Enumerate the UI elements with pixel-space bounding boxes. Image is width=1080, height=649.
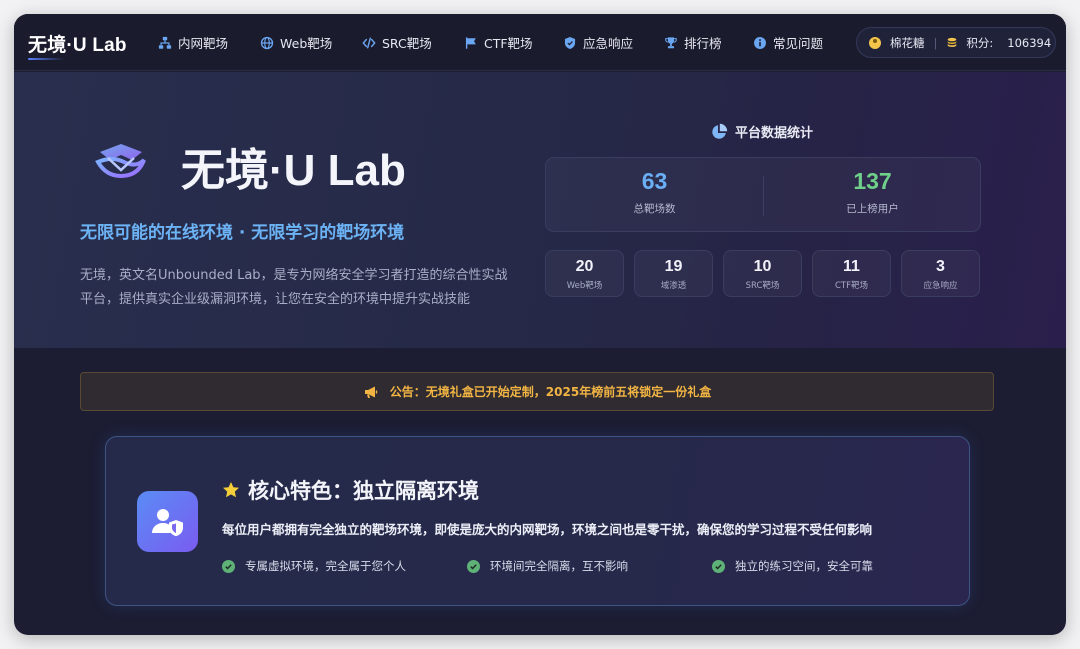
user-avatar-icon [869,36,881,49]
stat-label: CTF靶场 [834,281,869,291]
brand-logo[interactable]: 无境·U Lab [28,30,127,57]
announcement-bar[interactable]: 公告：无境礼盒已开始定制，2025年榜前五将锁定一份礼盒 [80,372,994,411]
hero-title: 无境·U Lab [181,146,406,195]
feature-point: 专属虚拟环境，完全属于您个人 [222,558,467,574]
stat-total-ranges: 63 总靶场数 [546,168,763,216]
stat-value: 63 [641,168,668,194]
nav-label: 常见问题 [773,36,824,51]
divider: | [933,35,938,50]
logo-mark-icon [95,144,146,179]
nav-item-incident[interactable]: 应急响应 [563,33,664,52]
feature-points: 专属虚拟环境，完全属于您个人 环境间完全隔离，互不影响 独立的练习空间，安全可靠 [222,558,957,574]
star-icon [223,482,239,498]
nav-label: CTF靶场 [484,36,533,51]
check-circle-icon [222,559,235,573]
stat-value: 19 [664,258,683,275]
feature-description: 每位用户都拥有完全独立的靶场环境，即使是庞大的内网靶场，环境之间也是零干扰，确保… [222,522,873,537]
shield-icon [564,36,576,49]
stat-ranked-users: 137 已上榜用户 [764,168,981,216]
stat-label: Web靶场 [566,281,603,291]
nav-label: SRC靶场 [382,36,432,51]
top-navbar: 无境·U Lab 内网靶场 Web靶场 SRC靶场 CTF靶场 应急响应 排行榜… [14,14,1066,71]
stat-domain: 19 域渗透 [634,250,713,297]
stat-label: 已上榜用户 [846,203,899,215]
feature-title: 核心特色：独立隔离环境 [222,475,479,505]
stat-src: 10 SRC靶场 [723,250,802,297]
code-icon [362,36,376,49]
stat-incident: 3 应急响应 [901,250,980,297]
user-info-pill[interactable]: 棉花糖 | 积分: 106394 [856,27,1056,58]
stats-title-text: 平台数据统计 [735,126,814,141]
stat-value: 137 [853,168,892,194]
nav-menu: 内网靶场 Web靶场 SRC靶场 CTF靶场 应急响应 排行榜 常见问题 [158,33,843,52]
hero-section: 无境·U Lab 无限可能的在线环境 · 无限学习的靶场环境 无境，英文名Unb… [14,72,1066,348]
megaphone-icon [364,386,377,398]
info-icon [754,36,766,49]
nav-item-faq[interactable]: 常见问题 [753,33,843,52]
username: 棉花糖 [890,35,925,50]
nav-item-intranet[interactable]: 内网靶场 [158,33,260,52]
pie-chart-icon [712,123,728,139]
nav-item-web[interactable]: Web靶场 [260,33,362,52]
feature-point: 环境间完全隔离，互不影响 [467,558,712,574]
score-value: 106394 [1007,35,1052,50]
nav-item-leaderboard[interactable]: 排行榜 [664,33,753,52]
feature-point-text: 独立的练习空间，安全可靠 [735,559,873,573]
nav-item-src[interactable]: SRC靶场 [362,33,464,52]
stat-label: SRC靶场 [745,281,780,291]
nav-label: Web靶场 [280,36,333,51]
stat-value: 10 [753,258,772,275]
network-icon [158,36,172,49]
user-shield-icon [151,508,183,536]
stat-label: 域渗透 [660,281,687,291]
trophy-icon [665,36,677,48]
stat-value: 3 [936,258,945,275]
stat-value: 11 [843,258,860,275]
feature-point-text: 环境间完全隔离，互不影响 [490,559,628,573]
stat-web: 20 Web靶场 [545,250,624,297]
score-label: 积分: [966,35,994,50]
check-circle-icon [712,559,725,573]
feature-title-text: 核心特色：独立隔离环境 [248,479,479,503]
announcement-text: 公告：无境礼盒已开始定制，2025年榜前五将锁定一份礼盒 [389,385,712,399]
brand-underline [28,58,64,60]
nav-item-ctf[interactable]: CTF靶场 [464,33,563,52]
stat-ctf: 11 CTF靶场 [812,250,891,297]
coins-icon [948,37,957,47]
feature-badge [137,491,198,552]
flag-icon [465,36,476,49]
category-stats: 20 Web靶场 19 域渗透 10 SRC靶场 11 CTF靶场 3 应急响应 [545,250,990,297]
hero-description: 无境，英文名Unbounded Lab，是专为网络安全学习者打造的综合性实战平台… [80,268,508,307]
stat-value: 20 [575,258,594,275]
stat-label: 应急响应 [923,281,958,291]
core-feature-card: 核心特色：独立隔离环境 每位用户都拥有完全独立的靶场环境，即使是庞大的内网靶场，… [105,436,970,606]
app-window: 无境·U Lab 内网靶场 Web靶场 SRC靶场 CTF靶场 应急响应 排行榜… [14,14,1066,635]
hero-subtitle: 无限可能的在线环境 · 无限学习的靶场环境 [80,223,405,243]
feature-point-text: 专属虚拟环境，完全属于您个人 [245,559,406,573]
total-stats-card: 63 总靶场数 137 已上榜用户 [545,157,981,232]
check-circle-icon [467,559,480,573]
nav-label: 内网靶场 [178,36,229,51]
stats-heading: 平台数据统计 [710,122,813,141]
stat-label: 总靶场数 [633,203,676,215]
feature-point: 独立的练习空间，安全可靠 [712,558,957,574]
nav-label: 应急响应 [583,36,634,51]
globe-icon [260,36,274,49]
nav-label: 排行榜 [684,36,722,51]
